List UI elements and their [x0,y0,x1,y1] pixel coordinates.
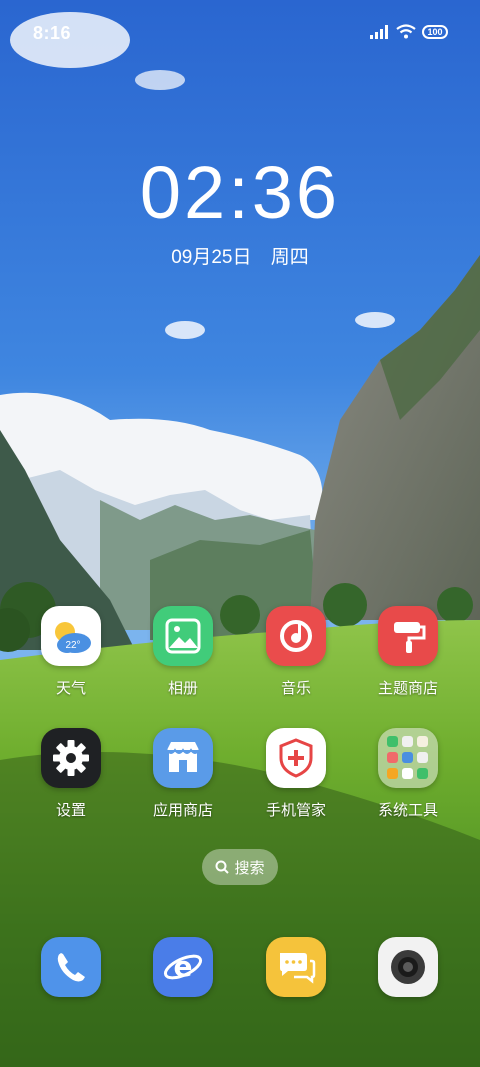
dock-camera[interactable] [353,937,463,997]
signal-icon [370,24,388,39]
clock-date: 09月25日 周四 [0,242,480,269]
app-weather[interactable]: 22° 天气 [16,606,126,698]
app-theme-store[interactable]: 主题商店 [353,606,463,698]
messages-icon [266,937,326,997]
weather-temp: 22° [65,640,80,651]
status-time: 8:16 [33,23,72,43]
gallery-icon [153,606,213,666]
app-store-icon [153,728,213,788]
app-label: 系统工具 [377,802,438,819]
app-label: 手机管家 [265,802,326,819]
app-label: 设置 [55,802,86,819]
search-icon [215,860,230,874]
svg-text:e: e [174,950,193,983]
app-gallery[interactable]: 相册 [128,606,238,698]
clock-time: 02:36 [139,151,341,234]
status-bar: 8:16 100 [0,0,480,60]
app-folder-system-tools[interactable]: 系统工具 [353,728,463,820]
dock-browser[interactable]: e [128,937,238,997]
phone-icon [41,937,101,997]
status-icons: 100 [370,24,448,39]
date-text: 09月25日 [171,247,252,268]
app-label: 音乐 [280,680,311,697]
camera-icon [378,937,438,997]
dock-phone[interactable] [16,937,126,997]
app-settings[interactable]: 设置 [16,728,126,820]
search-button[interactable]: 搜索 [202,849,278,885]
app-music[interactable]: 音乐 [241,606,351,698]
weekday-text: 周四 [270,247,309,268]
search-label: 搜索 [234,859,265,877]
app-app-store[interactable]: 应用商店 [128,728,238,820]
theme-store-icon [378,606,438,666]
app-label: 天气 [55,680,86,697]
app-label: 应用商店 [152,802,213,819]
weather-icon: 22° [41,606,101,666]
battery-indicator: 100 [422,24,448,39]
gear-icon [41,728,101,788]
dock-messages[interactable] [241,937,351,997]
music-icon [266,606,326,666]
app-label: 主题商店 [377,680,438,697]
folder-icon [378,728,438,788]
app-phone-manager[interactable]: 手机管家 [241,728,351,820]
browser-icon: e [153,937,213,997]
app-label: 相册 [167,680,198,697]
wifi-icon [396,24,416,39]
security-shield-icon [266,728,326,788]
